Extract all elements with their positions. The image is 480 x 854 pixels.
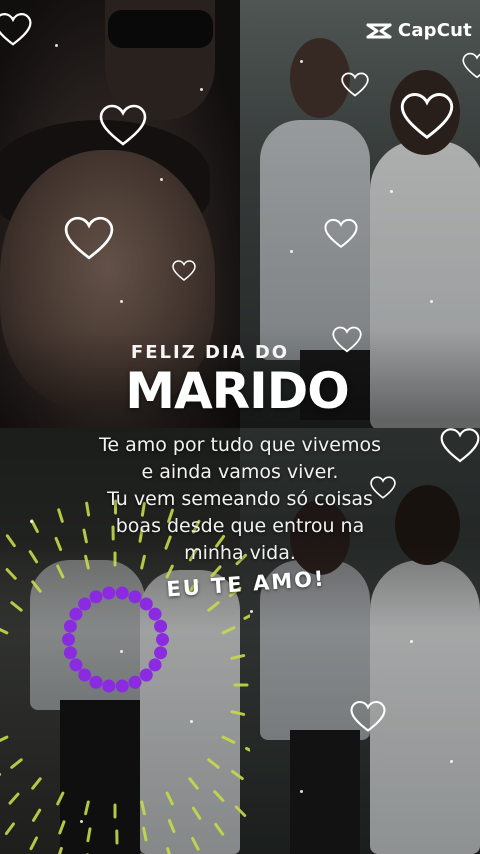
capcut-watermark: CapCut: [366, 20, 472, 41]
message-line: Tu vem semeando só coisas: [107, 488, 373, 510]
video-frame: CapCut FELIZ DIA DO MARIDO Te amo por tu…: [0, 0, 480, 854]
burst-ray: [10, 758, 23, 769]
ring-dot: [89, 675, 103, 689]
burst-ray: [207, 758, 220, 769]
burst-ray: [167, 819, 176, 834]
ring-dot: [63, 619, 77, 633]
ring-dot: [148, 607, 162, 621]
ring-dot: [78, 668, 92, 682]
capcut-logo-icon: [366, 23, 392, 38]
heart-outline-icon: [172, 260, 196, 282]
message-line: minha vida.: [184, 542, 296, 564]
heart-outline-icon: [324, 218, 358, 250]
ring-dot: [78, 597, 92, 611]
burst-ray: [31, 580, 42, 593]
greeting-headline: MARIDO: [125, 362, 350, 420]
burst-ray: [0, 627, 9, 635]
ring-dot: [154, 619, 168, 633]
burst-ray: [28, 550, 39, 564]
burst-ray: [188, 777, 199, 790]
burst-ray: [31, 777, 42, 790]
heart-outline-icon: [64, 215, 114, 263]
heart-outline-icon: [462, 46, 480, 86]
ring-dot: [69, 658, 83, 672]
burst-ray: [245, 747, 250, 752]
burst-ray: [230, 654, 246, 660]
ring-dot: [115, 679, 129, 693]
burst-ray: [243, 613, 250, 620]
message-line: e ainda vamos viver.: [141, 461, 339, 483]
burst-ray: [86, 827, 92, 843]
burst-ray: [0, 735, 9, 743]
heart-outline-icon: [341, 72, 369, 98]
ring-dot: [115, 586, 129, 600]
burst-ray: [4, 822, 15, 835]
heart-outline-icon: [99, 103, 147, 149]
burst-ray: [221, 735, 236, 744]
burst-ray: [140, 800, 146, 816]
ring-dot: [154, 646, 168, 660]
burst-ray: [29, 836, 38, 851]
ring-dot: [62, 633, 75, 646]
burst-ray: [8, 792, 20, 805]
burst-ray: [32, 808, 42, 822]
burst-ray: [207, 601, 220, 612]
heart-outline-icon: [0, 12, 32, 48]
ring-dot: [128, 590, 142, 604]
burst-ray: [213, 790, 225, 802]
burst-ray: [84, 800, 90, 816]
burst-ray: [56, 564, 65, 579]
message-line: boas desde que entrou na: [115, 515, 365, 537]
ring-dot: [89, 590, 103, 604]
sunglasses: [108, 10, 213, 48]
burst-ray: [231, 770, 244, 781]
burst-ray: [165, 564, 174, 579]
love-message: Te amo por tudo que vivemos e ainda vamo…: [60, 432, 420, 567]
burst-ray: [234, 805, 247, 817]
heart-outline-icon: [440, 426, 480, 466]
burst-ray: [165, 791, 174, 806]
burst-ray: [142, 826, 148, 842]
burst-ray: [56, 791, 65, 806]
ring-dot: [102, 679, 116, 693]
greeting-subtitle: FELIZ DIA DO: [130, 342, 290, 363]
burst-ray: [191, 837, 200, 851]
burst-ray: [221, 626, 236, 635]
burst-ray: [191, 806, 202, 820]
burst-ray: [166, 847, 171, 854]
burst-ray: [5, 534, 16, 548]
ring-dot: [148, 658, 162, 672]
heart-outline-icon: [400, 92, 454, 142]
ring-dot: [63, 646, 77, 660]
ring-dot: [156, 633, 169, 646]
ring-dot: [102, 586, 116, 600]
ring-dot: [69, 607, 83, 621]
burst-ray: [57, 846, 63, 854]
message-line: Te amo por tudo que vivemos: [99, 434, 381, 456]
burst-ray: [214, 822, 225, 836]
burst-ray: [30, 519, 39, 533]
burst-ray: [58, 820, 66, 835]
watermark-text: CapCut: [397, 20, 472, 41]
burst-ray: [10, 601, 23, 612]
ring-dot: [128, 675, 142, 689]
burst-ray: [230, 710, 246, 716]
burst-ray: [5, 568, 17, 580]
heart-outline-icon: [350, 700, 386, 734]
ring-dot: [139, 668, 153, 682]
